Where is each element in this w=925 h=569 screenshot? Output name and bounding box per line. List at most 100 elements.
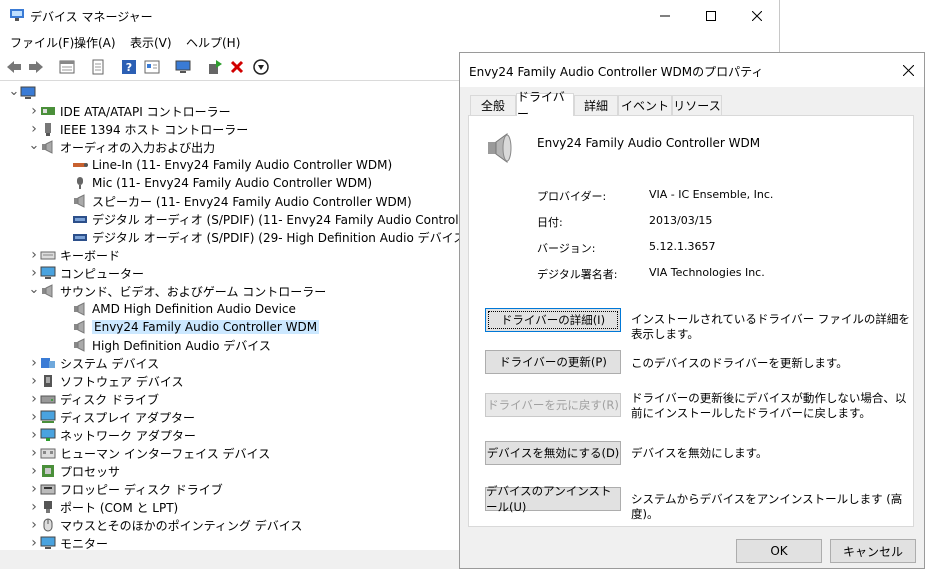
menu-bar: ファイル(F) 操作(A) 表示(V) ヘルプ(H) [0,32,780,52]
tree-item[interactable]: › フロッピー ディスク ドライブ [28,480,223,498]
tree-item[interactable]: › プロセッサ [28,462,120,480]
provider-label: プロバイダー: [537,190,607,203]
help-icon[interactable]: ? [120,58,138,76]
tree-item[interactable]: › ソフトウェア デバイス [28,372,183,390]
tree-item[interactable]: › システム デバイス [28,354,159,372]
driver-tab-panel: Envy24 Family Audio Controller WDM プロバイダ… [468,115,914,527]
tree-item-label: IEEE 1394 ホスト コントローラー [60,122,249,137]
chevron-down-icon[interactable]: ⌄ [28,282,40,300]
properties-view-icon[interactable] [58,58,76,76]
back-icon[interactable] [5,58,23,76]
date-label: 日付: [537,216,563,229]
speaker-icon [40,284,56,298]
menu-view[interactable]: 表示(V) [130,34,172,51]
update-driver-icon[interactable] [206,58,224,76]
signer-label: デジタル署名者: [537,268,618,281]
tree-item[interactable]: › ディスク ドライブ [28,390,159,408]
chevron-right-icon[interactable]: › [28,354,40,372]
maximize-button[interactable] [688,0,734,32]
driver-details-description: インストールされているドライバー ファイルの詳細を表示します。 [631,312,910,341]
tree-item[interactable]: › IDE ATA/ATAPI コントローラー [28,102,230,120]
ok-button[interactable]: OK [736,539,822,563]
download-icon[interactable] [252,58,270,76]
tree-item[interactable]: › コンピューター [28,264,144,282]
tree-item-label: デジタル オーディオ (S/PDIF) (11- Envy24 Family A… [92,212,460,227]
close-window-button[interactable] [734,0,780,32]
chevron-down-icon[interactable]: ⌄ [8,84,20,102]
scan-view-icon[interactable] [143,58,161,76]
chevron-right-icon[interactable]: › [28,426,40,444]
tree-item[interactable]: › ネットワーク アダプター [28,426,196,444]
tree-item[interactable]: ⌄ オーディオの入力および出力 [28,138,216,156]
properties-dialog: Envy24 Family Audio Controller WDMのプロパティ… [459,52,925,569]
floppy-icon [40,482,56,496]
device-tree[interactable]: ⌄ › IDE ATA/ATAPI コントローラー › IEEE 1394 ホスト コン… [0,82,460,569]
driver-details-button[interactable]: ドライバーの詳細(I) [485,308,621,332]
tree-item-label: ディスプレイ アダプター [60,410,195,425]
tree-item-label: Mic (11- Envy24 Family Audio Controller … [92,176,373,190]
disable-device-button[interactable]: デバイスを無効にする(D) [485,441,621,465]
chevron-right-icon[interactable]: › [28,120,40,138]
date-value: 2013/03/15 [649,214,713,227]
chevron-right-icon[interactable]: › [28,390,40,408]
tab-general[interactable]: 全般 [470,95,516,115]
chevron-right-icon[interactable]: › [28,102,40,120]
tree-item[interactable]: Envy24 Family Audio Controller WDM [60,318,320,336]
ide-controller-icon [40,104,56,118]
tree-item-label: ディスク ドライブ [60,392,159,407]
tree-item[interactable]: デジタル オーディオ (S/PDIF) (29- High Definition… [60,228,460,246]
disk-drive-icon [40,392,56,406]
dialog-close-button[interactable] [896,59,920,81]
menu-file[interactable]: ファイル(F) [10,34,74,51]
cancel-button[interactable]: キャンセル [830,539,916,563]
tree-item[interactable]: ⌄ サウンド、ビデオ、およびゲーム コントローラー [28,282,327,300]
tab-resources[interactable]: リソース [672,95,722,115]
tree-item[interactable]: › キーボード [28,246,120,264]
chevron-right-icon[interactable]: › [28,480,40,498]
port-icon [40,500,56,514]
tree-item-label: Line-In (11- Envy24 Family Audio Control… [92,158,393,172]
tree-item[interactable]: ⌄ [8,84,40,102]
tree-item[interactable]: › ヒューマン インターフェイス デバイス [28,444,270,462]
tree-item[interactable]: AMD High Definition Audio Device [60,300,296,318]
forward-icon[interactable] [27,58,45,76]
tree-item[interactable]: Mic (11- Envy24 Family Audio Controller … [60,174,372,192]
chevron-right-icon[interactable]: › [28,408,40,426]
uninstall-icon[interactable] [228,58,246,76]
tree-item[interactable]: › IEEE 1394 ホスト コントローラー [28,120,248,138]
tree-item[interactable]: スピーカー (11- Envy24 Family Audio Controlle… [60,192,412,210]
chevron-right-icon[interactable]: › [28,246,40,264]
menu-help[interactable]: ヘルプ(H) [186,34,240,51]
tab-details[interactable]: 詳細 [574,95,618,115]
chevron-right-icon[interactable]: › [28,264,40,282]
document-icon[interactable] [89,58,107,76]
chevron-right-icon[interactable]: › [28,444,40,462]
horizontal-scrollbar[interactable] [0,550,460,569]
tree-item[interactable]: › ディスプレイ アダプター [28,408,195,426]
processor-icon [40,464,56,478]
provider-value: VIA - IC Ensemble, Inc. [649,188,774,201]
rollback-driver-button[interactable]: ドライバーを元に戻す(R) [485,393,621,417]
monitor-icon [40,536,56,550]
chevron-right-icon[interactable]: › [28,462,40,480]
chevron-down-icon[interactable]: ⌄ [28,138,40,156]
minimize-button[interactable] [642,0,688,32]
menu-action[interactable]: 操作(A) [74,34,116,51]
speaker-icon [40,140,56,154]
tree-item[interactable]: › ポート (COM と LPT) [28,498,178,516]
tree-item-label: デジタル オーディオ (S/PDIF) (29- High Definition… [92,230,460,245]
tab-events[interactable]: イベント [618,95,672,115]
tree-item[interactable]: High Definition Audio デバイス [60,336,271,354]
tab-driver[interactable]: ドライバー [516,90,574,121]
uninstall-device-button[interactable]: デバイスのアンインストール(U) [485,484,621,514]
chevron-right-icon[interactable]: › [28,498,40,516]
chevron-right-icon[interactable]: › [28,372,40,390]
monitor-scan-icon[interactable] [174,58,192,76]
update-driver-button[interactable]: ドライバーの更新(P) [485,350,621,374]
chevron-right-icon[interactable]: › [28,516,40,534]
tree-item[interactable]: デジタル オーディオ (S/PDIF) (11- Envy24 Family A… [60,210,460,228]
tree-item[interactable]: Line-In (11- Envy24 Family Audio Control… [60,156,392,174]
tree-item[interactable]: › マウスとそのほかのポインティング デバイス [28,516,302,534]
